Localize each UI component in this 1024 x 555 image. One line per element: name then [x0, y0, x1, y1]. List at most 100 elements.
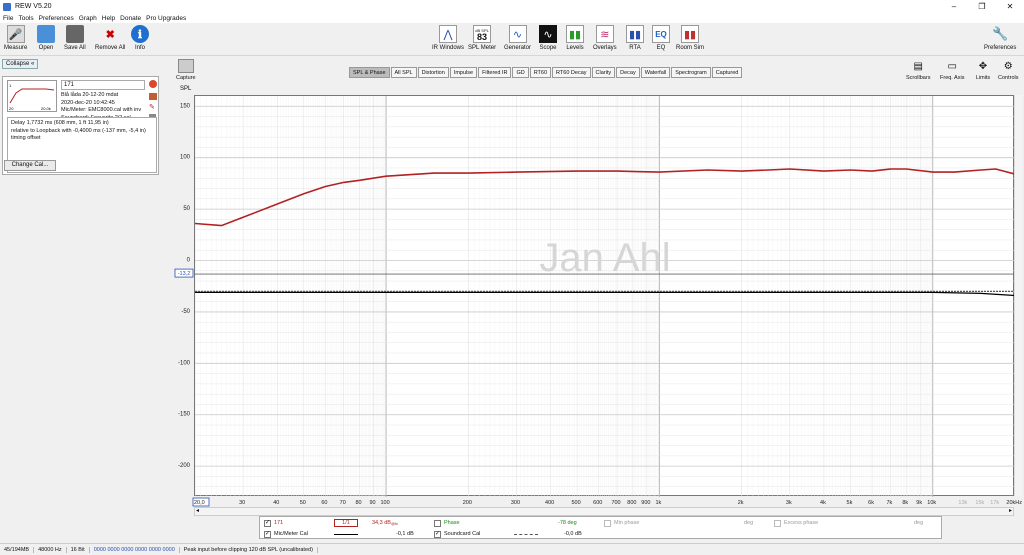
menu-help[interactable]: Help — [102, 15, 115, 22]
ir-windows-button[interactable]: ⋀ IR Windows — [432, 25, 464, 51]
legend-row-soundcard-cal[interactable]: ✓ Soundcard Cal -0,0 dB — [434, 529, 582, 539]
legend-label: Excess phase — [784, 520, 819, 526]
limits-icon: ✥ — [978, 60, 988, 72]
tab-rt60[interactable]: RT60 — [529, 67, 552, 78]
x-tick-label: 400 — [545, 500, 554, 506]
ir-windows-label: IR Windows — [432, 45, 465, 51]
measurement-action-icon[interactable] — [149, 93, 157, 100]
menu-graph[interactable]: Graph — [79, 15, 97, 22]
save-all-button[interactable]: Save All — [64, 25, 86, 51]
x-tick-label: 20,0 — [194, 500, 205, 506]
eq-button[interactable]: EQ EQ — [652, 25, 670, 51]
tab-filtered-ir[interactable]: Filtered IR — [478, 67, 512, 78]
measure-button[interactable]: 🎤 Measure — [4, 25, 27, 51]
x-tick-label: 600 — [593, 500, 602, 506]
change-cal-button[interactable]: Change Cal... — [4, 160, 56, 171]
y-tick-label: 100 — [180, 155, 191, 161]
menu-pro-upgrades[interactable]: Pro Upgrades — [146, 15, 186, 22]
legend-row-171[interactable]: ✓ 171 1/1 34,3 dB @fc — [264, 518, 398, 528]
open-button[interactable]: Open — [37, 25, 55, 51]
minimize-button[interactable]: – — [940, 0, 968, 13]
preferences-button[interactable]: 🔧 Preferences — [984, 25, 1016, 51]
spl-meter-button[interactable]: dB SPL 83 SPL Meter — [468, 25, 496, 51]
tab-rt60-decay[interactable]: RT60 Decay — [552, 67, 591, 78]
camera-icon — [177, 59, 194, 73]
menu-file[interactable]: File — [3, 15, 13, 22]
app-icon — [3, 2, 11, 11]
freq-axis-button[interactable]: ▭ Freq. Axis — [940, 59, 964, 82]
maximize-button[interactable]: ❐ — [968, 0, 996, 13]
graph-legend: ✓ 171 1/1 34,3 dB @fc ✓ Mic/Meter Cal -0… — [259, 516, 942, 539]
tab-spectrogram[interactable]: Spectrogram — [671, 67, 711, 78]
remove-all-button[interactable]: ✖ Remove All — [95, 25, 125, 52]
scroll-left-arrow-icon[interactable]: ◂ — [196, 508, 199, 515]
legend-checkbox[interactable]: ✓ — [264, 530, 271, 538]
controls-icon: ⚙ — [1003, 60, 1013, 72]
tab-clarity[interactable]: Clarity — [591, 67, 616, 78]
room-sim-button[interactable]: ▮▮ Room Sim — [676, 25, 704, 51]
scrollbars-button[interactable]: ▤ Scrollbars — [906, 59, 930, 82]
tab-impulse[interactable]: Impulse — [449, 67, 478, 78]
title-bar: REW V5.20 – ❐ ✕ — [0, 0, 1024, 13]
levels-icon: ▮▮ — [566, 25, 584, 43]
spl-graph[interactable]: Jan Ahl — [194, 95, 1016, 497]
legend-value: deg — [744, 520, 754, 526]
menu-tools[interactable]: Tools — [18, 15, 33, 22]
limits-button[interactable]: ✥ Limits — [975, 59, 991, 82]
collapse-button[interactable]: Collapse « — [2, 59, 38, 69]
delete-measurement-icon[interactable] — [149, 80, 157, 88]
remove-all-icon: ✖ — [105, 28, 115, 41]
room-sim-label: Room Sim — [676, 45, 705, 51]
x-tick-label: 5k — [847, 500, 853, 506]
x-tick-label: 40 — [273, 500, 279, 506]
info-button[interactable]: ℹ Info — [131, 25, 149, 51]
controls-button[interactable]: ⚙ Controls — [998, 59, 1018, 82]
pen-icon[interactable]: ✎ — [149, 104, 157, 111]
overlays-button[interactable]: ≋ Overlays — [593, 25, 617, 51]
rta-button[interactable]: ▮▮ RTA — [626, 25, 644, 51]
thumbnail-axis-right: 20.0k — [41, 106, 51, 111]
x-tick-label: 500 — [572, 500, 581, 506]
menu-donate[interactable]: Donate — [120, 15, 141, 22]
levels-button[interactable]: ▮▮ Levels — [566, 25, 584, 51]
smoothing-indicator[interactable]: 1/1 — [334, 519, 358, 527]
measure-label: Measure — [4, 45, 28, 51]
legend-checkbox[interactable] — [434, 519, 441, 527]
x-tick-label: 900 — [641, 500, 650, 506]
thumbnail-graph: 1 20 20.0k — [9, 83, 55, 111]
generator-button[interactable]: ∿ Generator — [504, 25, 531, 51]
legend-row-mic-cal[interactable]: ✓ Mic/Meter Cal -0,1 dB — [264, 529, 414, 539]
tab-distortion[interactable]: Distortion — [417, 67, 449, 78]
tab-all-spl[interactable]: All SPL — [390, 67, 417, 78]
capture-button[interactable]: Capture — [176, 59, 196, 81]
legend-checkbox[interactable]: ✓ — [264, 519, 271, 527]
tab-captured[interactable]: Captured — [711, 67, 743, 78]
scope-button[interactable]: ∿ Scope — [539, 25, 557, 51]
legend-label: Soundcard Cal — [444, 531, 481, 537]
legend-row-min-phase[interactable]: Min phase deg — [604, 518, 753, 528]
legend-checkbox[interactable] — [604, 519, 611, 527]
tab-gd[interactable]: GD — [512, 67, 529, 78]
legend-row-excess-phase[interactable]: Excess phase deg — [774, 518, 923, 528]
spl-meter-reading: 83 — [477, 32, 488, 42]
overlays-label: Overlays — [593, 45, 617, 51]
x-tick-label: 17k — [990, 500, 999, 506]
collapse-chevron-icon: « — [31, 61, 35, 67]
memory-usage: 45/194MB — [0, 546, 35, 553]
scroll-right-arrow-icon[interactable]: ▸ — [1009, 508, 1012, 515]
info-icon: ℹ — [131, 25, 149, 43]
horizontal-scrollbar[interactable]: ◂ ▸ — [194, 507, 1014, 516]
menu-preferences[interactable]: Preferences — [39, 15, 74, 22]
legend-checkbox[interactable]: ✓ — [434, 530, 441, 538]
legend-row-phase[interactable]: Phase -78 deg — [434, 518, 577, 528]
vertical-scrollbar[interactable] — [1014, 95, 1022, 496]
tab-waterfall[interactable]: Waterfall — [640, 67, 671, 78]
x-tick-label: 6k — [868, 500, 874, 506]
measurement-name-field[interactable]: 171 — [61, 80, 145, 90]
tab-spl-phase[interactable]: SPL & Phase — [349, 67, 390, 78]
legend-checkbox[interactable] — [774, 519, 781, 527]
watermark-text: Jan Ahl — [539, 236, 670, 280]
tab-decay[interactable]: Decay — [616, 67, 640, 78]
close-button[interactable]: ✕ — [996, 0, 1024, 13]
sample-rate: 48000 Hz — [34, 546, 67, 553]
